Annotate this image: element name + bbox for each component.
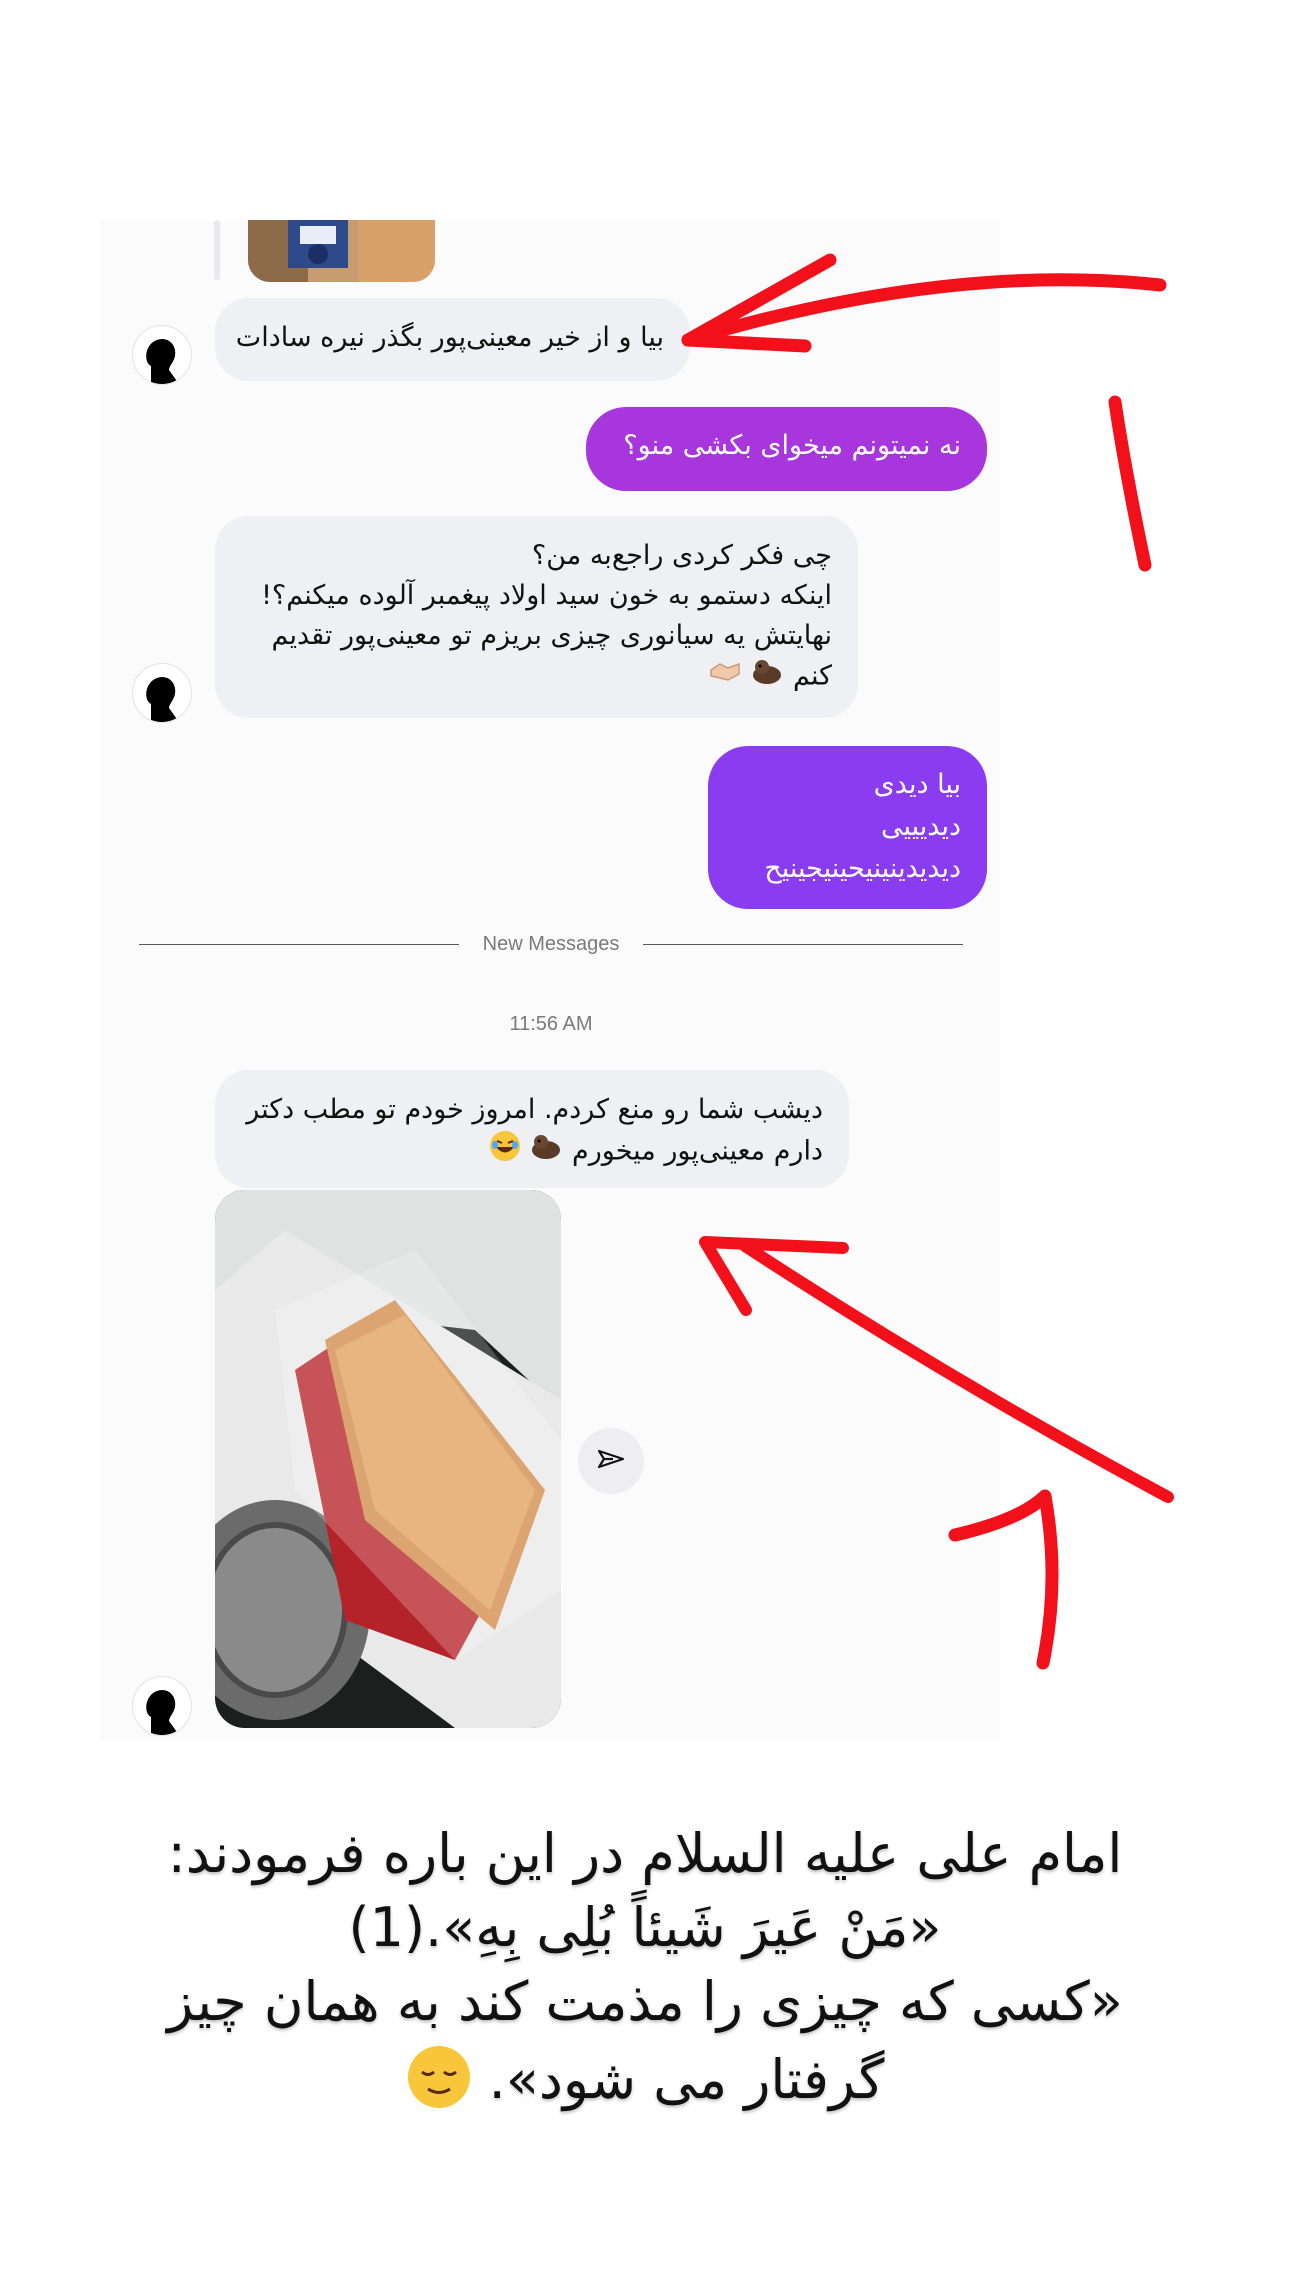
message-timestamp: 11:56 AM [509, 1013, 593, 1035]
outgoing-message[interactable]: نه نمیتونم میخوای بکشی منو؟ [586, 407, 987, 491]
message-line: دیدیدینینیحینیجینیح [764, 853, 961, 884]
otter-icon [529, 1131, 563, 1173]
outgoing-message[interactable]: بیا دیدی دیدیییی دیدیدینینیحینیجینیح [708, 746, 987, 909]
avatar[interactable] [132, 325, 192, 385]
message-text: نه نمیتونم میخوای بکشی منو؟ [623, 430, 961, 461]
annotation-mark-1 [1108, 395, 1152, 572]
relieved-face-icon [406, 2044, 472, 2123]
new-messages-label: New Messages [482, 933, 620, 955]
reply-indicator-bar [214, 220, 220, 280]
avatar[interactable] [132, 1676, 192, 1736]
message-line: بیا دیدی [873, 769, 961, 800]
quote-line: «کسی که چیزی را مذمت کند به همان چیز [167, 1970, 1123, 2033]
message-line: چی فکر کردی راجع‌به من؟ [531, 540, 832, 571]
avatar-silhouette-icon [146, 676, 179, 722]
avatar-silhouette-icon [146, 338, 179, 384]
quote-line: «مَنْ عَیرَ شَیئاً بُلِی بِهِ».(1) [348, 1896, 942, 1959]
message-line: اینکه دستمو به خون سید اولاد پیغمبر آلود… [261, 580, 832, 611]
message-text: بیا و از خیر معینی‌پور بگذر نیره سادات [235, 322, 664, 353]
shared-image-thumbnail[interactable] [248, 220, 435, 282]
share-button[interactable] [578, 1428, 644, 1494]
message-line: کنم [793, 660, 832, 692]
message-line: دارم معینی‌پور میخورم [572, 1135, 823, 1167]
quote-line: گرفتار می شود». [488, 2048, 885, 2112]
message-line: دیشب شما رو منع کردم. امروز خودم تو مطب … [246, 1094, 823, 1125]
avatar-silhouette-icon [146, 1689, 179, 1735]
laughing-face-icon [489, 1130, 521, 1174]
message-line: نهایتش یه سیانوری چیزی بریزم تو معینی‌پو… [271, 620, 832, 651]
paper-plane-icon [597, 1449, 625, 1469]
incoming-message[interactable]: دیشب شما رو منع کردم. امروز خودم تو مطب … [215, 1070, 849, 1188]
quote-line: امام علی علیه السلام در این باره فرمودند… [167, 1822, 1123, 1885]
photo-message[interactable] [215, 1190, 561, 1728]
incoming-message[interactable]: چی فکر کردی راجع‌به من؟ اینکه دستمو به خ… [215, 516, 858, 718]
message-line: دیدیییی [880, 811, 961, 842]
incoming-message[interactable]: بیا و از خیر معینی‌پور بگذر نیره سادات [215, 298, 690, 381]
otter-icon [750, 656, 784, 698]
handshake-icon [708, 656, 742, 698]
avatar[interactable] [132, 663, 192, 723]
